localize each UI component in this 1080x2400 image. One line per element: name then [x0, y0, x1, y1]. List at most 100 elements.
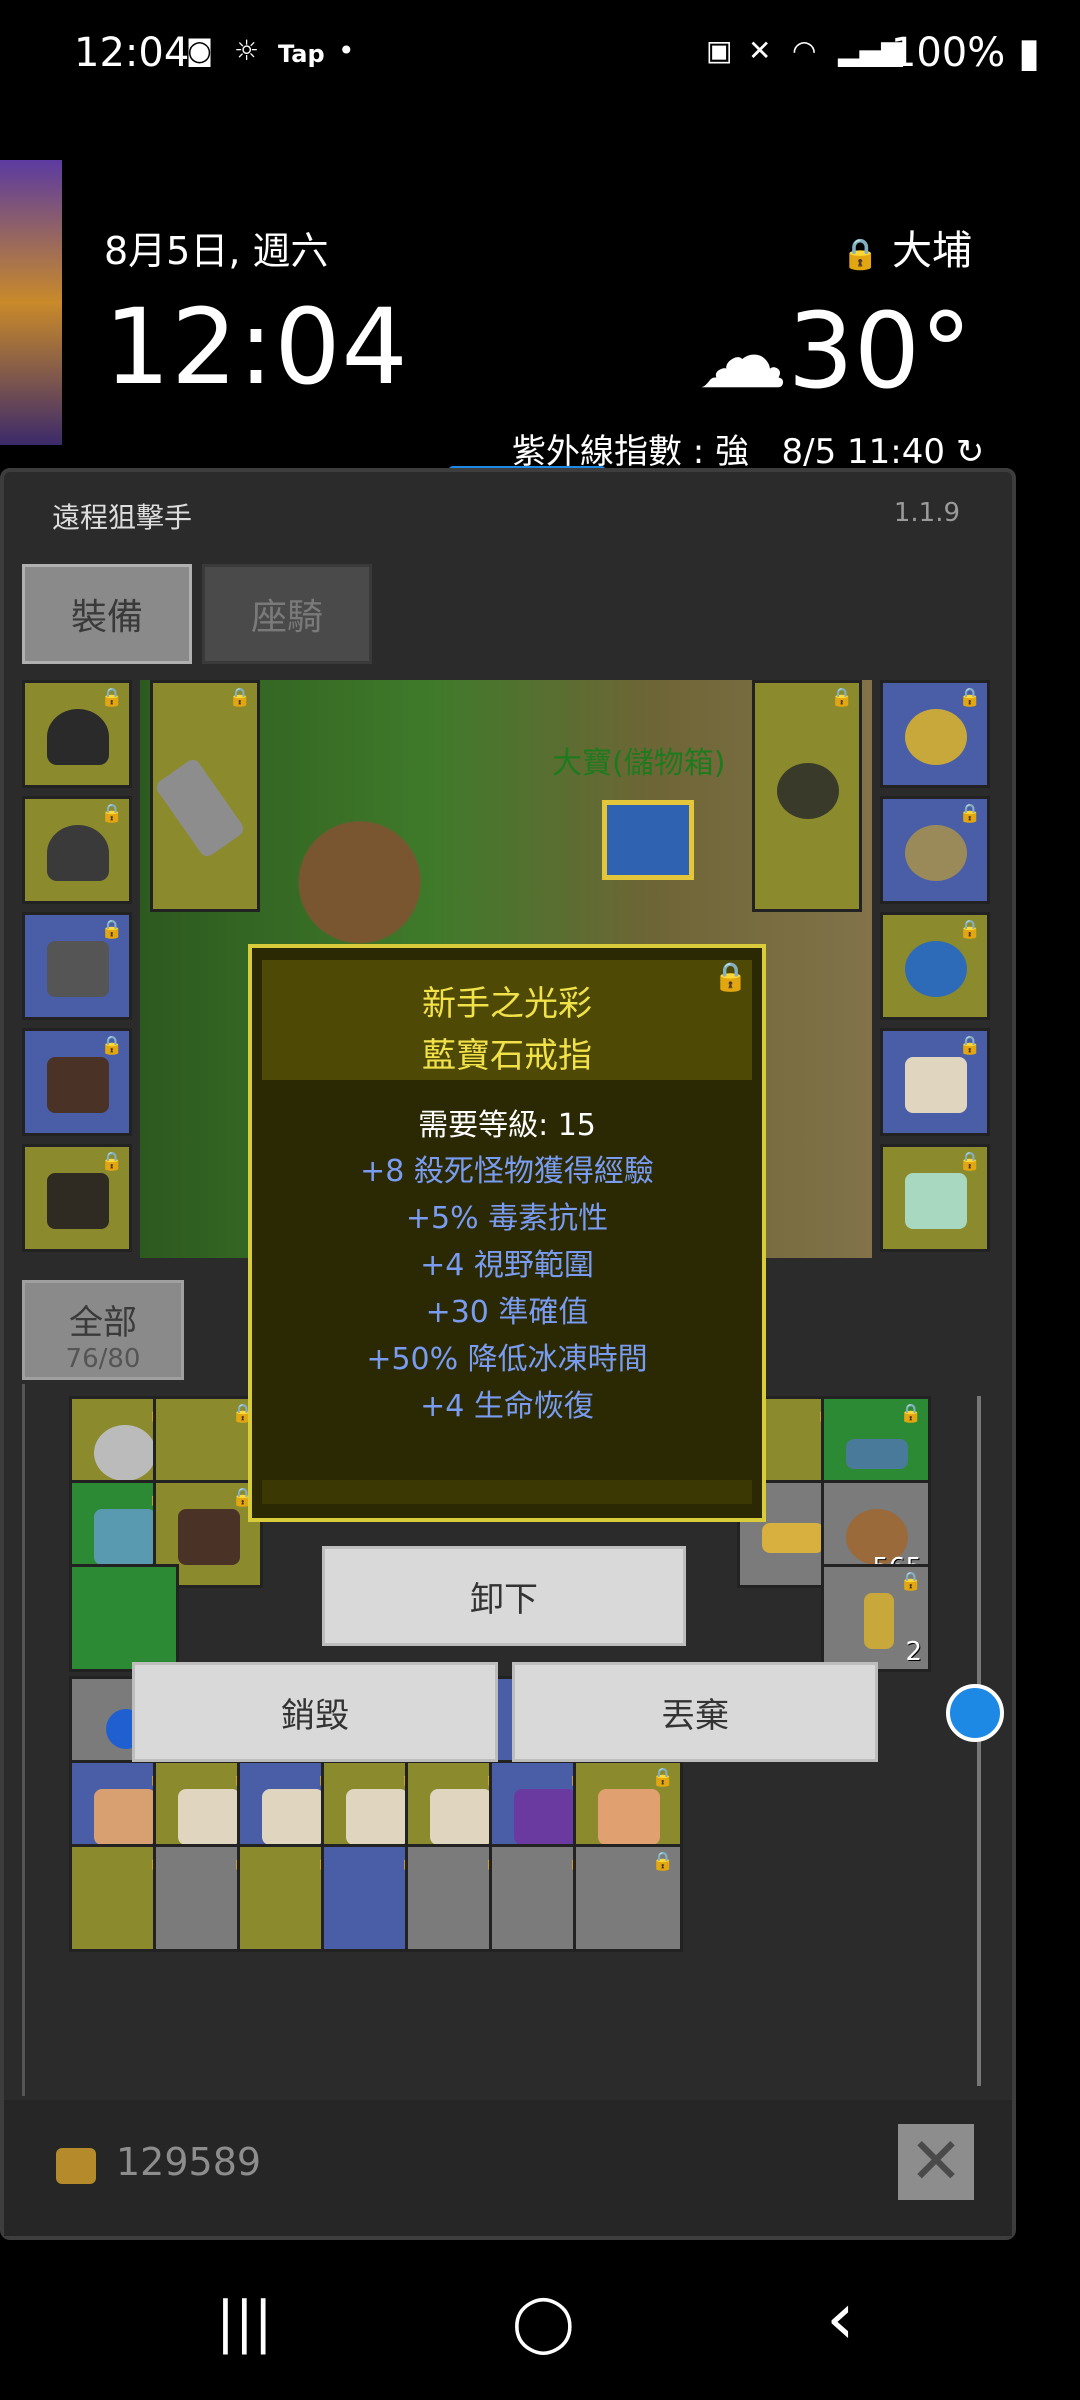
storage-chest[interactable] [602, 800, 694, 880]
rune-icon [94, 1789, 156, 1845]
pet-icon [905, 1173, 967, 1229]
lock-icon: 🔒 [899, 1571, 922, 1592]
ring-icon [905, 825, 967, 881]
inventory-slot[interactable]: 🔒 [573, 1844, 683, 1952]
helmet-icon [47, 825, 109, 881]
item-footer [262, 1480, 752, 1504]
status-time: 12:04 [74, 30, 190, 76]
sapphire-ring-icon [905, 941, 967, 997]
battery-level: 100% ▮ [890, 30, 1040, 76]
tab-mount[interactable]: 座騎 [202, 564, 372, 664]
ore-icon [762, 1523, 824, 1553]
equip-slot-helmet[interactable]: 🔒 [22, 680, 132, 788]
scroll-icon [262, 1789, 324, 1845]
item-quantity: 2 [905, 1637, 922, 1667]
recent-apps-icon[interactable]: ||| [216, 2290, 273, 2355]
item-stat: +30 準確值 [425, 1295, 589, 1330]
lock-icon: 🔒 [100, 1035, 123, 1056]
camera-icon: ◙ [186, 34, 214, 67]
lock-icon: 🔒 [958, 687, 981, 708]
belt-icon [846, 1439, 908, 1469]
dot-icon: • [338, 34, 355, 67]
lock-icon: 🔒 [958, 919, 981, 940]
destroy-button[interactable]: 銷毀 [132, 1662, 498, 1762]
equip-slot-belt[interactable]: 🔒 [22, 1144, 132, 1252]
unequip-button[interactable]: 卸下 [322, 1546, 686, 1646]
game-title: 遠程狙擊手 [52, 501, 193, 534]
scroll-icon [905, 1057, 967, 1113]
location: 🔒 大埔 [842, 218, 972, 276]
weather-updated: 8/5 11:40 [781, 432, 946, 472]
item-tooltip: 新手之光彩 藍寶石戒指 🔒 需要等級: 15 +8 殺死怪物獲得經驗 +5% 毒… [248, 944, 766, 1522]
mute-icon: ✕ [748, 34, 772, 67]
lock-icon: 🔒 [100, 687, 123, 708]
inventory-slot[interactable]: 2🔒 [821, 1564, 931, 1672]
tab-equipment[interactable]: 裝備 [22, 564, 192, 664]
lock-icon: 🔒 [100, 803, 123, 824]
category-all-tab[interactable]: 全部 76/80 [22, 1280, 184, 1380]
item-stat: +50% 降低冰凍時間 [366, 1342, 648, 1377]
scroll-icon [346, 1789, 408, 1845]
home-icon[interactable]: ◯ [512, 2290, 575, 2355]
equip-slot-scroll[interactable]: 🔒 [880, 1028, 990, 1136]
gloves-icon [47, 941, 109, 997]
necklace-icon [94, 1425, 156, 1481]
discard-button[interactable]: 丟棄 [512, 1662, 878, 1762]
equip-slot-ring-2[interactable]: 🔒 [880, 912, 990, 1020]
status-bar: 12:04 ◙ ☼ Tap • ▣ ✕ ◠ ▂▄▆ 100% ▮ [0, 0, 1080, 118]
temperature-value: 30° [787, 290, 972, 412]
inventory-slot[interactable] [69, 1564, 179, 1672]
lock-icon: 🔒 [651, 1851, 674, 1872]
scroll-icon [430, 1789, 492, 1845]
lock-icon: 🔒 [651, 1767, 674, 1788]
close-button[interactable]: ✕ [898, 2124, 974, 2200]
necklace-icon [905, 709, 967, 765]
boots-icon [178, 1509, 240, 1565]
notification-thumbnail[interactable] [0, 160, 62, 445]
lock-icon: 🔒 [100, 1151, 123, 1172]
helmet-icon [47, 709, 109, 765]
location-icon: 🔒 [841, 237, 880, 272]
equip-slot-ring-1[interactable]: 🔒 [880, 796, 990, 904]
item-stat: +4 視野範圍 [420, 1248, 594, 1283]
equip-slot-necklace[interactable]: 🔒 [880, 680, 990, 788]
floating-assistant-bubble[interactable] [946, 1684, 1004, 1742]
item-stat: +4 生命恢復 [420, 1389, 594, 1424]
lock-icon: 🔒 [958, 803, 981, 824]
potion-icon [864, 1593, 894, 1649]
refresh-icon[interactable]: ↻ [956, 432, 985, 472]
lockscreen-date: 8月5日, 週六 [104, 229, 329, 273]
equip-slot-weapon[interactable]: 🔒 [150, 680, 260, 912]
equip-slot-helmet-2[interactable]: 🔒 [22, 796, 132, 904]
equip-slot-boots[interactable]: 🔒 [22, 1028, 132, 1136]
location-label: 大埔 [892, 228, 972, 274]
inventory-count: 76/80 [65, 1344, 141, 1374]
lock-icon: 🔒 [100, 919, 123, 940]
chest-label: 大寶(儲物箱) [552, 746, 726, 781]
lock-icon: 🔒 [899, 1403, 922, 1424]
scroll-icon [598, 1789, 660, 1845]
scroll-icon [178, 1789, 240, 1845]
back-icon[interactable]: ‹ [826, 2276, 855, 2360]
equip-slot-pet[interactable]: 🔒 [880, 1144, 990, 1252]
gold-amount: 129589 [116, 2140, 262, 2184]
boots-icon [47, 1057, 109, 1113]
lock-icon: 🔒 [958, 1151, 981, 1172]
lockscreen-clock: 12:04 [104, 286, 409, 408]
equip-slot-gloves[interactable]: 🔒 [22, 912, 132, 1020]
item-lock-icon[interactable]: 🔒 [713, 960, 748, 993]
cloud-icon: ☁ [697, 304, 788, 409]
gold-icon [56, 2148, 96, 2184]
belt-icon [47, 1173, 109, 1229]
wifi-icon: ◠ [792, 34, 817, 67]
lock-icon: 🔒 [830, 687, 853, 708]
temperature: ☁30° [698, 290, 972, 412]
chest-icon [514, 1789, 576, 1845]
orb-icon [777, 763, 839, 819]
item-stat: +8 殺死怪物獲得經驗 [360, 1154, 654, 1189]
lock-icon: 🔒 [228, 687, 251, 708]
sword-icon [153, 756, 247, 860]
gloves-icon [94, 1509, 156, 1565]
tap-badge: Tap [278, 40, 325, 68]
equip-slot-offhand[interactable]: 🔒 [752, 680, 862, 912]
